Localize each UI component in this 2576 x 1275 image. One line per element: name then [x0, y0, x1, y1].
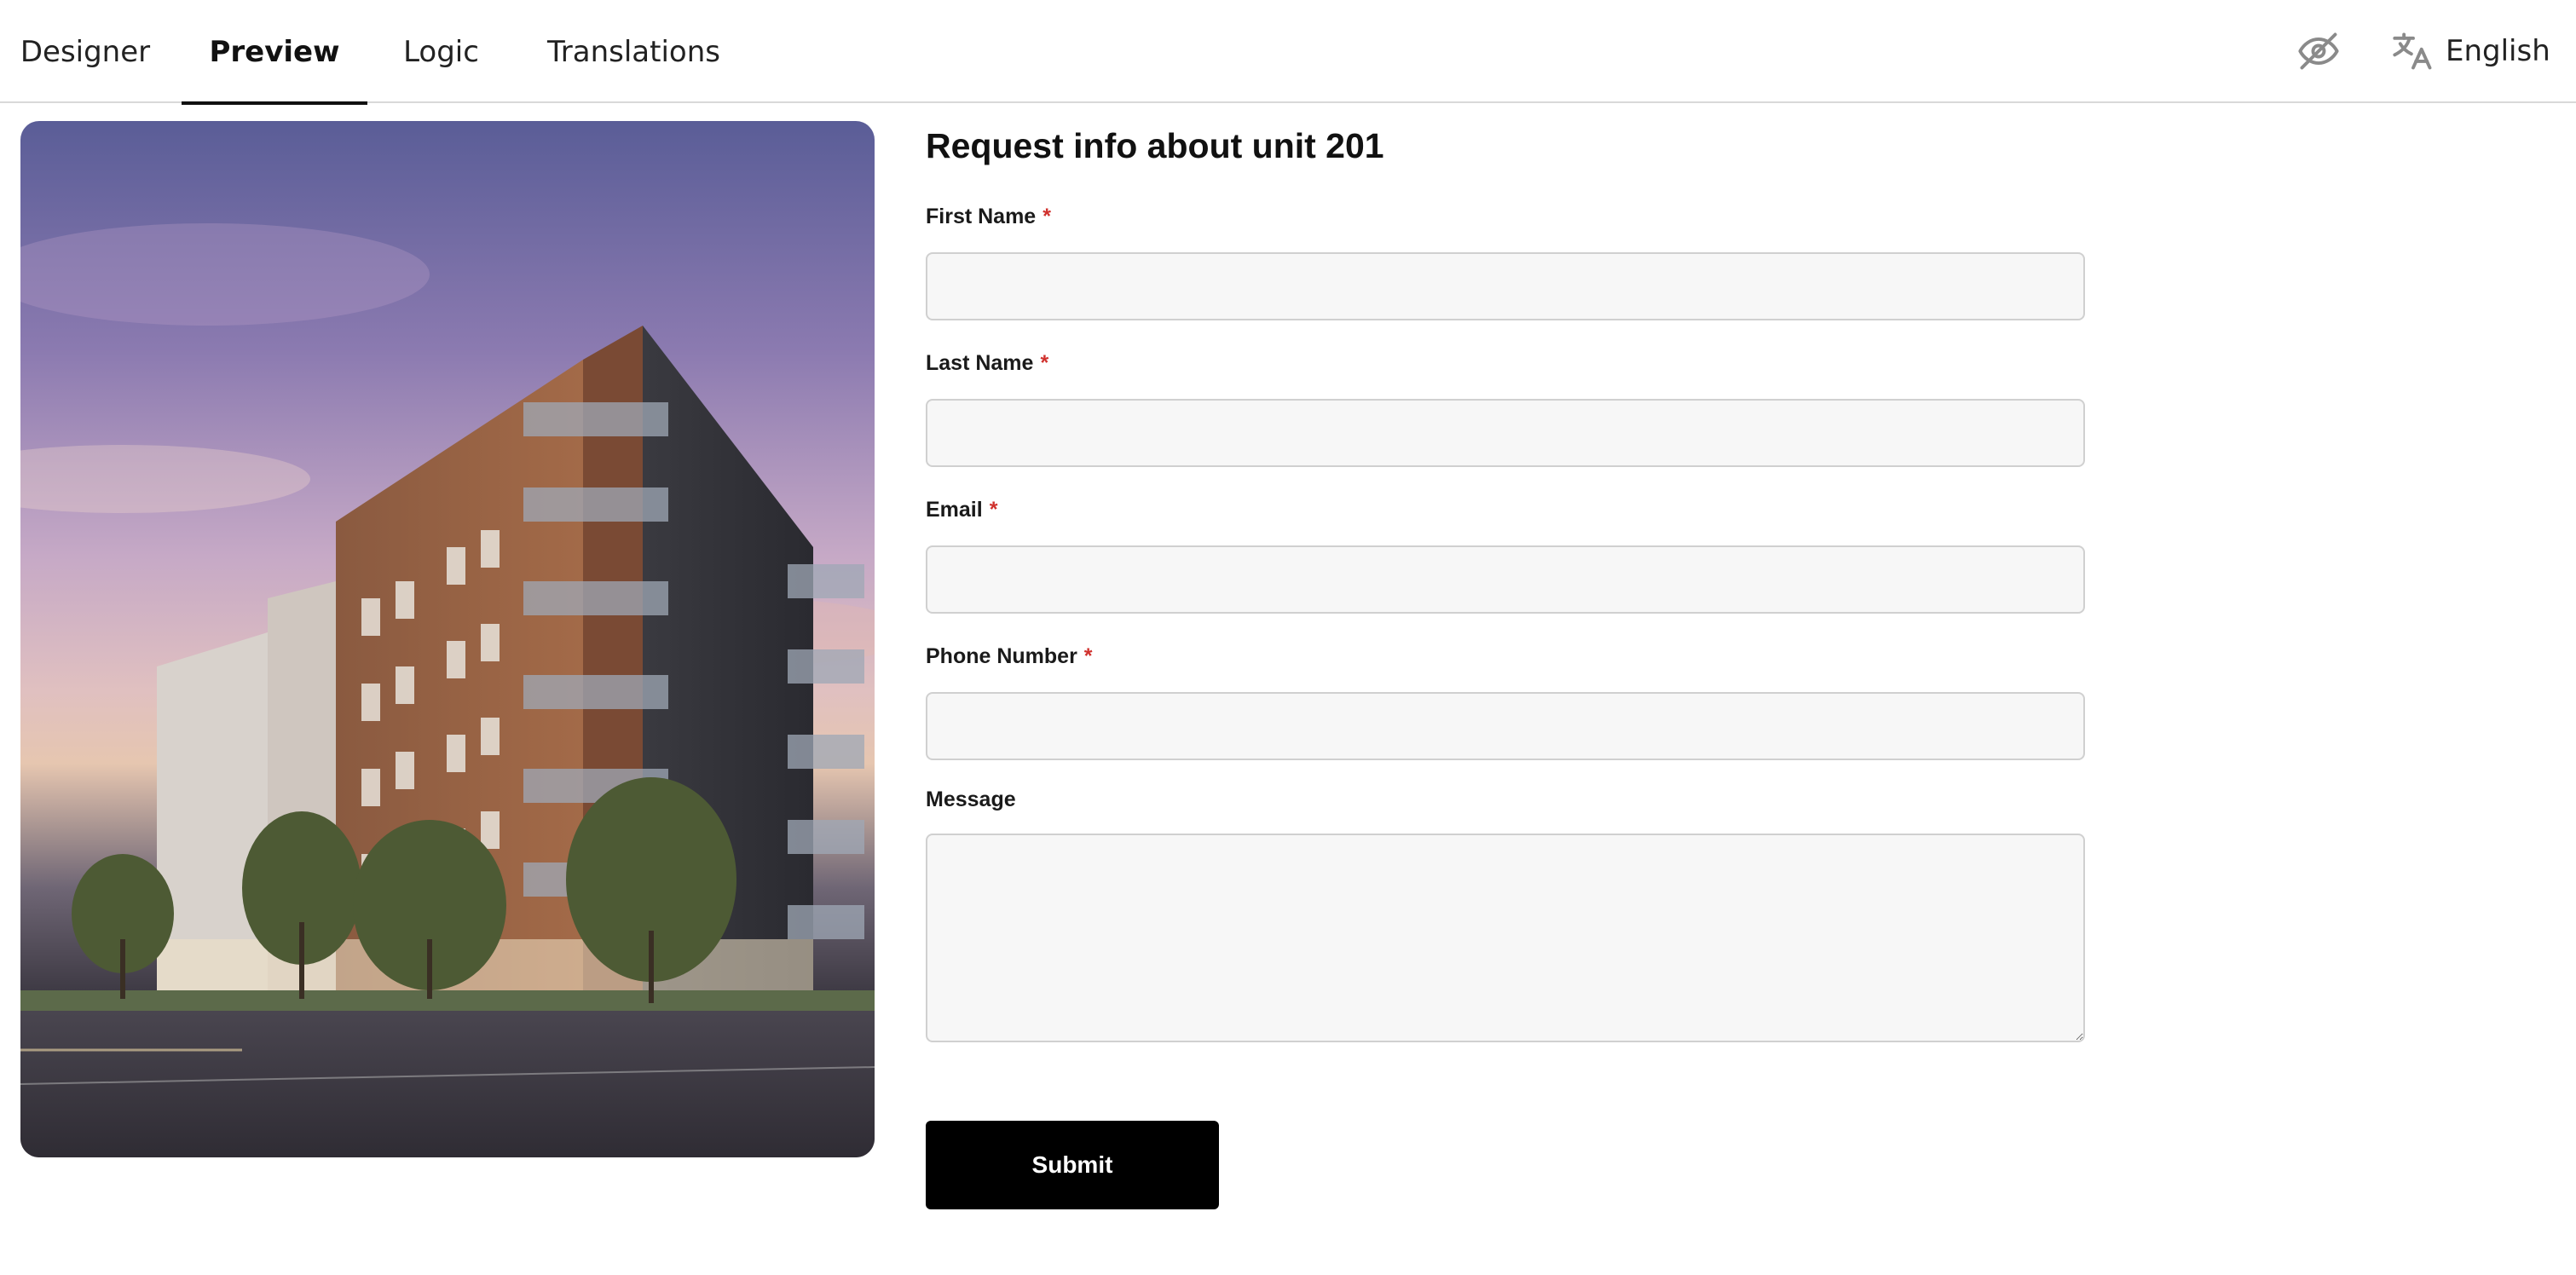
building-photo [20, 121, 875, 1157]
phone-number-label-text: Phone Number [926, 644, 1077, 668]
required-marker: * [989, 498, 998, 522]
eye-off-icon [2298, 32, 2339, 70]
email-field[interactable] [926, 545, 2085, 614]
language-label: English [2446, 34, 2550, 68]
required-marker: * [1083, 644, 1093, 668]
last-name-label-text: Last Name [926, 351, 1034, 375]
required-marker: * [1040, 351, 1049, 375]
first-name-label-text: First Name [926, 205, 1037, 228]
form-title: Request info about unit 201 [926, 126, 1384, 165]
tab-designer[interactable]: Designer [9, 0, 162, 103]
building-illustration [20, 223, 875, 1157]
email-label-text: Email [926, 498, 983, 522]
message-label-text: Message [926, 788, 1016, 811]
phone-number-label: Phone Number * [926, 644, 1093, 669]
top-nav: Designer Preview Logic Translations Engl… [0, 0, 2576, 105]
first-name-field[interactable] [926, 252, 2085, 320]
required-marker: * [1043, 205, 1051, 228]
message-field[interactable] [926, 834, 2085, 1042]
first-name-label: First Name * [926, 205, 1051, 229]
hide-preview-button[interactable] [2293, 26, 2344, 77]
message-label: Message [926, 788, 1016, 812]
last-name-field[interactable] [926, 399, 2085, 467]
tab-translations[interactable]: Translations [537, 0, 731, 103]
email-label: Email * [926, 498, 997, 522]
tab-logic[interactable]: Logic [388, 0, 494, 103]
last-name-label: Last Name * [926, 351, 1048, 376]
translate-icon [2393, 32, 2432, 70]
tab-preview[interactable]: Preview [182, 0, 367, 105]
submit-button[interactable]: Submit [926, 1121, 1219, 1209]
language-selector[interactable]: English [2391, 21, 2550, 81]
phone-number-field[interactable] [926, 692, 2085, 760]
